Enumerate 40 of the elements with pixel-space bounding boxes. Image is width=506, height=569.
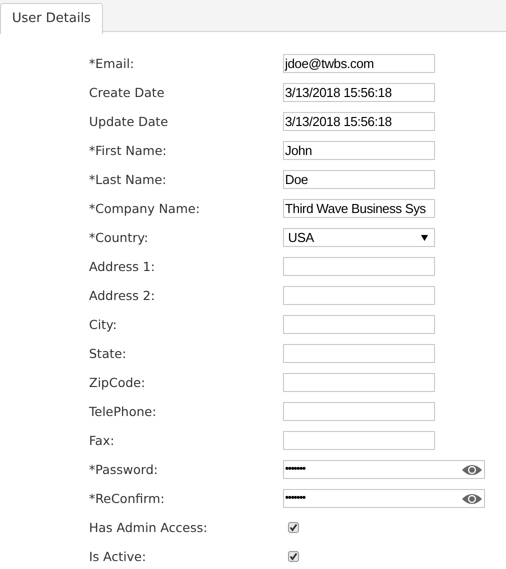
field-label: City: [89, 317, 118, 332]
text-field[interactable]: 3/13/2018 15:56:18 [283, 112, 435, 131]
checkbox[interactable] [288, 522, 299, 533]
password-field[interactable]: ••••••• [283, 460, 485, 479]
field-label: *Country: [89, 230, 150, 245]
field-label: TelePhone: [89, 404, 158, 419]
text-field[interactable] [283, 431, 435, 450]
show-password-eye-icon[interactable] [462, 464, 482, 476]
field-label: Update Date [89, 114, 170, 129]
field-label: *Company Name: [89, 201, 201, 216]
text-field[interactable] [283, 373, 435, 392]
field-label: *ReConfirm: [89, 491, 166, 506]
field-label: *First Name: [89, 143, 168, 158]
text-field[interactable]: John [283, 141, 435, 160]
field-label: Address 2: [89, 288, 156, 303]
text-field[interactable] [283, 257, 435, 276]
show-password-eye-icon[interactable] [462, 492, 482, 504]
text-field[interactable] [283, 344, 435, 363]
text-field[interactable]: jdoe@twbs.com [283, 54, 435, 73]
text-field[interactable] [283, 402, 435, 421]
text-field[interactable]: Third Wave Business Sys [283, 199, 435, 218]
dropdown-caret-icon [421, 234, 428, 240]
field-label: Is Active: [89, 549, 148, 564]
field-label: Has Admin Access: [89, 520, 208, 535]
field-label: *Email: [89, 56, 136, 71]
text-field[interactable] [283, 286, 435, 305]
field-label: Create Date [89, 85, 166, 100]
text-field[interactable]: 3/13/2018 15:56:18 [283, 83, 435, 102]
checkbox[interactable] [288, 551, 299, 562]
field-label: State: [89, 346, 128, 361]
password-field[interactable]: ••••••• [283, 489, 485, 508]
details-tab[interactable]: User Details [0, 3, 103, 34]
country-dropdown[interactable]: USA [283, 228, 435, 247]
text-field[interactable] [283, 315, 435, 334]
text-field[interactable]: Doe [283, 170, 435, 189]
field-label: Fax: [89, 433, 116, 448]
field-label: *Last Name: [89, 172, 168, 187]
field-label: Address 1: [89, 259, 156, 274]
field-label: *Password: [89, 462, 159, 477]
field-label: ZipCode: [89, 375, 146, 390]
